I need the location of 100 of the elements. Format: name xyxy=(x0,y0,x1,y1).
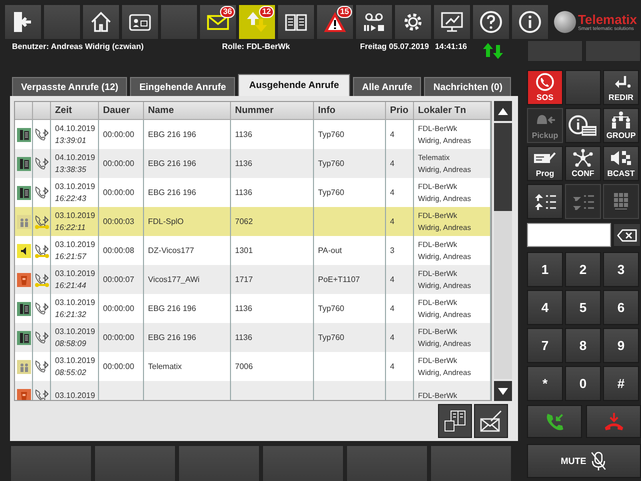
dial-key[interactable]: 3 xyxy=(603,252,639,287)
column-header: Prio xyxy=(386,102,414,120)
time-cell: 16:21:44 xyxy=(55,281,86,290)
column-header: Zeit xyxy=(51,102,99,120)
answer-call-button[interactable] xyxy=(527,405,582,438)
table-cell: PoE+T1107 xyxy=(318,275,360,284)
function-key[interactable]: REDIR xyxy=(603,70,639,105)
column-header xyxy=(33,102,51,120)
info-icon xyxy=(518,10,542,34)
toolbar-button[interactable] xyxy=(394,4,432,40)
time-cell: 16:22:43 xyxy=(55,194,86,203)
toolbar-button[interactable] xyxy=(433,4,471,40)
date-cell: 03.10.2019 xyxy=(55,298,96,307)
toolbar-button[interactable] xyxy=(121,4,159,40)
dial-input-field[interactable] xyxy=(527,223,611,247)
dial-key[interactable]: 6 xyxy=(603,290,639,325)
time-cell: 16:22:11 xyxy=(55,223,86,232)
table-cell: EBG 216 196 xyxy=(148,188,196,197)
dial-key[interactable]: 9 xyxy=(603,328,639,363)
handset-device-icon xyxy=(16,272,30,286)
toolbar-button[interactable] xyxy=(82,4,120,40)
up-triangle-icon xyxy=(498,108,508,114)
column-header: Dauer xyxy=(99,102,144,120)
hang-up-button[interactable] xyxy=(586,405,641,438)
column-header: Name xyxy=(144,102,231,120)
scroll-thumb[interactable] xyxy=(494,123,512,211)
desk-phone-icon xyxy=(16,302,30,316)
group-icon xyxy=(16,360,30,374)
time-cell: 08:58:09 xyxy=(55,339,86,348)
toolbar-button[interactable] xyxy=(511,4,549,40)
table-cell: 1136 xyxy=(235,304,252,313)
function-key[interactable]: BCAST xyxy=(603,146,639,181)
table-cell: 00:00:00 xyxy=(103,188,134,197)
backspace-icon xyxy=(617,228,637,242)
tab[interactable]: Eingehende Anrufe xyxy=(130,77,236,96)
table-cell: 1301 xyxy=(235,246,253,255)
desk-phone-icon xyxy=(16,330,30,344)
globe-icon xyxy=(554,11,576,33)
toolbar-button[interactable] xyxy=(355,4,393,40)
function-key[interactable] xyxy=(527,184,563,219)
compose-message-button[interactable] xyxy=(474,404,508,438)
table-cell: Typ760 xyxy=(318,333,344,342)
linked-call-icon xyxy=(34,272,50,288)
time-cell: 16:21:57 xyxy=(55,252,86,261)
function-key[interactable]: CONF xyxy=(565,146,601,181)
function-key[interactable] xyxy=(565,108,601,143)
dial-key[interactable]: 5 xyxy=(565,290,601,325)
toolbar-button[interactable] xyxy=(277,4,315,40)
save-book-icon xyxy=(443,409,467,433)
dial-key[interactable]: 0 xyxy=(565,366,601,401)
scroll-up-button[interactable] xyxy=(494,101,512,121)
dial-key[interactable]: 8 xyxy=(565,328,601,363)
date-cell: 03.10.2019 xyxy=(55,391,96,400)
tab[interactable]: Alle Anrufe xyxy=(353,77,422,96)
dial-key[interactable]: 1 xyxy=(527,252,563,287)
call-direction-icon xyxy=(34,184,50,200)
count-badge: 12 xyxy=(259,6,274,18)
date-cell: 03.10.2019 xyxy=(55,240,96,249)
logo-name: Telematix xyxy=(578,12,638,26)
linked-call-icon xyxy=(34,214,50,230)
table-cell: 7006 xyxy=(235,362,253,371)
count-badge: 36 xyxy=(220,6,235,18)
muted-microphone-icon xyxy=(590,450,608,472)
toolbar-button[interactable] xyxy=(472,4,510,40)
table-cell: 4 xyxy=(390,275,394,284)
up-down-arrows-icon xyxy=(482,43,503,59)
time-label: 14:41:16 xyxy=(434,41,467,51)
function-key[interactable]: GROUP xyxy=(603,108,639,143)
date-cell: 04.10.2019 xyxy=(55,153,96,162)
tab[interactable]: Ausgehende Anrufe xyxy=(238,74,350,96)
tab[interactable]: Nachrichten (0) xyxy=(424,77,512,96)
table-cell: 1136 xyxy=(235,130,252,139)
date-cell: 03.10.2019 xyxy=(55,356,96,365)
dial-key[interactable]: 4 xyxy=(527,290,563,325)
home-icon xyxy=(89,10,113,34)
table-cell: 00:00:00 xyxy=(103,304,134,313)
toolbar-button[interactable] xyxy=(4,4,42,40)
count-badge: 15 xyxy=(337,6,352,18)
dial-key[interactable]: * xyxy=(527,366,563,401)
dial-key[interactable]: 7 xyxy=(527,328,563,363)
dial-key[interactable]: # xyxy=(603,366,639,401)
toolbar-button[interactable]: 36 xyxy=(199,4,237,40)
call-direction-icon xyxy=(34,300,50,316)
table-cell: Typ760 xyxy=(318,159,344,168)
call-direction-icon xyxy=(34,388,50,400)
backspace-button[interactable] xyxy=(613,223,641,247)
table-cell: 00:00:00 xyxy=(103,159,134,168)
save-to-book-button[interactable] xyxy=(438,404,472,438)
date-cell: 04.10.2019 xyxy=(55,124,96,133)
mute-button[interactable]: MUTE xyxy=(527,444,641,478)
table-cell: EBG 216 196 xyxy=(148,159,196,168)
function-key[interactable]: SOS xyxy=(527,70,563,105)
scroll-down-button[interactable] xyxy=(494,381,512,401)
table-cell: 4 xyxy=(390,362,394,371)
function-key[interactable]: Prog xyxy=(527,146,563,181)
tab[interactable]: Verpasste Anrufe (12) xyxy=(12,77,128,96)
table-cell: 1717 xyxy=(235,275,253,284)
dial-key[interactable]: 2 xyxy=(565,252,601,287)
toolbar-button[interactable]: 12 xyxy=(238,4,276,40)
toolbar-button[interactable]: 15 xyxy=(316,4,354,40)
